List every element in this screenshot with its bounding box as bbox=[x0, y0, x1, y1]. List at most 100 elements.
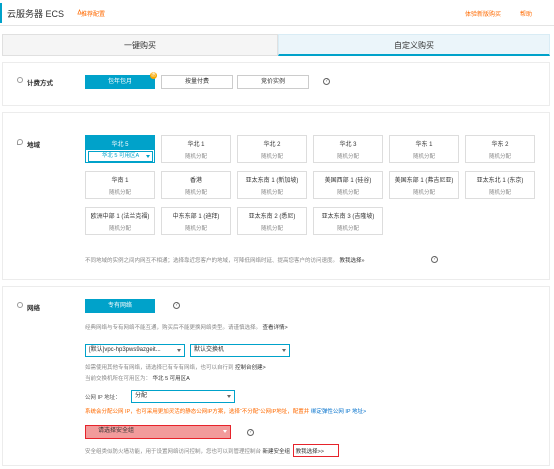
region-card-name: 华东 2 bbox=[491, 142, 509, 148]
new-security-group-highlight bbox=[293, 444, 339, 457]
purchase-tabs: 一键购买 自定义购买 bbox=[2, 34, 550, 56]
public-ip-note-text: 系统会分配公网 IP，也可采用更加灵活的静态公网IP方案，选择“不分配”公网IP… bbox=[85, 409, 310, 415]
region-card[interactable]: 亚太东南 3 (吉隆坡) 随机分配 bbox=[313, 207, 383, 235]
region-card[interactable]: 华北 3 随机分配 bbox=[313, 135, 383, 163]
region-card-zone: 随机分配 bbox=[108, 190, 131, 196]
region-card-name: 华北 1 bbox=[187, 142, 205, 148]
region-card[interactable]: 美国西部 1 (硅谷) 随机分配 bbox=[313, 171, 383, 199]
region-section: 地域 华北 5 华北 5 可用区A 华北 1 随机分配 华北 2 随机分配 华北 3 随机分配… bbox=[2, 112, 550, 280]
region-card-name: 华北 2 bbox=[263, 142, 281, 148]
security-group-help-icon[interactable]: ? bbox=[247, 429, 254, 436]
region-label: 地域 bbox=[27, 142, 40, 149]
billing-subscription-label: 包年包月 bbox=[107, 79, 132, 85]
region-card-name: 华北 3 bbox=[339, 142, 357, 148]
region-card[interactable]: 欧洲中部 1 (法兰克福) 随机分配 bbox=[85, 207, 155, 235]
region-card-name: 美国西部 1 (硅谷) bbox=[324, 178, 372, 184]
region-card-name: 亚太东北 1 (东京) bbox=[476, 178, 524, 184]
network-note-2: 如需使用其他专有网络，请选择已有专有网络，也可以自行到 控制台创建> bbox=[85, 363, 266, 371]
billing-pay-as-you-go-button[interactable]: 按量付费 bbox=[161, 75, 233, 89]
network-vpc-button[interactable]: 专有网络 bbox=[85, 299, 155, 313]
security-group-chevron-down-icon bbox=[223, 430, 227, 433]
public-ip-select-value: 分配 bbox=[135, 393, 148, 399]
region-card-name: 华南 1 bbox=[111, 178, 129, 184]
region-note-text: 不同地域的实例之间内网互不相通；选择靠近您客户的地域，可降低网络时延、提高您客户… bbox=[85, 258, 339, 264]
network-note-2-text: 如需使用其他专有网络，请选择已有专有网络，也可以自行到 bbox=[85, 365, 234, 371]
tab-custom-buy[interactable]: 自定义购买 bbox=[278, 34, 550, 56]
region-card-name: 亚太东南 2 (悉尼) bbox=[248, 214, 296, 220]
security-note: 安全组类似防火墙功能，用于设置网络访问控制，您也可以到管理控制台 新建安全组 教… bbox=[85, 447, 324, 455]
region-card[interactable]: 亚太东南 2 (悉尼) 随机分配 bbox=[237, 207, 307, 235]
bind-eip-link[interactable]: 绑定弹性公网 IP 地址> bbox=[311, 409, 366, 415]
recommend-config-link[interactable]: 推荐配置 bbox=[81, 9, 105, 18]
network-note-3: 当前交换机所在可用区为： 华北 5 可用区A bbox=[85, 374, 190, 382]
region-card-name: 亚太东南 1 (新加坡) bbox=[245, 178, 299, 184]
public-ip-select[interactable]: 分配 bbox=[131, 390, 235, 403]
security-group-select[interactable]: 请选择安全组 bbox=[85, 425, 231, 439]
region-card-zone: 随机分配 bbox=[488, 190, 511, 196]
region-card-zone: 随机分配 bbox=[184, 190, 207, 196]
help-link[interactable]: 帮助 bbox=[520, 9, 532, 18]
top-bar: 云服务器 ECS 推荐配置 体验新版购买 帮助 bbox=[0, 0, 554, 26]
vswitch-select[interactable]: 默认交换机 bbox=[190, 344, 290, 357]
region-card[interactable]: 美国东部 1 (弗吉尼亚) 随机分配 bbox=[389, 171, 459, 199]
region-card[interactable]: 华东 2 随机分配 bbox=[465, 135, 535, 163]
region-card-zone: 随机分配 bbox=[260, 190, 283, 196]
region-learn-link[interactable]: 教我选择» bbox=[340, 258, 365, 264]
region-card-name: 欧洲中部 1 (法兰克福) bbox=[90, 214, 150, 220]
public-ip-chevron-down-icon bbox=[227, 395, 231, 398]
region-card-name: 美国东部 1 (弗吉尼亚) bbox=[394, 178, 454, 184]
billing-icon bbox=[17, 77, 23, 83]
region-card-zone: 随机分配 bbox=[260, 226, 283, 232]
network-icon bbox=[17, 302, 23, 308]
new-security-group-link[interactable]: 新建安全组 bbox=[263, 449, 291, 455]
billing-spot-button[interactable]: 竞价实例 bbox=[237, 75, 309, 89]
billing-section: 计费方式 包年包月 惠 按量付费 竞价实例 ? bbox=[2, 62, 550, 106]
region-card[interactable]: 华南 1 随机分配 bbox=[85, 171, 155, 199]
network-section: 网络 专有网络 ? 经典网络与专有网络不能互通，购买后不能更换网络类型。请谨慎选… bbox=[2, 286, 550, 466]
zone-select[interactable]: 华北 5 可用区A bbox=[88, 151, 153, 162]
billing-subscription-button[interactable]: 包年包月 bbox=[85, 75, 155, 89]
vpc-chevron-down-icon bbox=[177, 349, 181, 352]
region-card-zone: 随机分配 bbox=[412, 190, 435, 196]
network-details-link[interactable]: 查看详情> bbox=[263, 325, 288, 331]
title-accent-bar bbox=[0, 3, 2, 23]
region-card-zone: 随机分配 bbox=[184, 226, 207, 232]
region-card-name: 香港 bbox=[189, 178, 202, 184]
console-create-link[interactable]: 控制台创建> bbox=[235, 365, 266, 371]
network-label: 网络 bbox=[27, 305, 40, 312]
zone-value-text: 华北 5 可用区A bbox=[152, 376, 190, 382]
zone-prefix-text: 当前交换机所在可用区为： bbox=[85, 376, 152, 382]
security-note-text: 安全组类似防火墙功能，用于设置网络访问控制，您也可以到管理控制台 bbox=[85, 449, 262, 455]
try-new-purchase-link[interactable]: 体验新版购买 bbox=[465, 9, 501, 18]
region-card[interactable]: 亚太东南 1 (新加坡) 随机分配 bbox=[237, 171, 307, 199]
security-group-select-value: 请选择安全组 bbox=[98, 428, 135, 434]
region-card[interactable]: 香港 随机分配 bbox=[161, 171, 231, 199]
region-help-icon[interactable]: ? bbox=[431, 256, 438, 263]
network-note-1: 经典网络与专有网络不能互通，购买后不能更换网络类型。请谨慎选择。 查看详情> bbox=[85, 323, 288, 331]
region-card-zone: 随机分配 bbox=[488, 154, 511, 160]
region-card-zone: 随机分配 bbox=[412, 154, 435, 160]
vpc-select-value: [默认]vpc-hp3pws9azgeit... bbox=[89, 347, 161, 353]
region-card[interactable]: 华东 1 随机分配 bbox=[389, 135, 459, 163]
region-card-zone: 随机分配 bbox=[336, 190, 359, 196]
region-card[interactable]: 中东东部 1 (迪拜) 随机分配 bbox=[161, 207, 231, 235]
region-note: 不同地域的实例之间内网互不相通；选择靠近您客户的地域，可降低网络时延、提高您客户… bbox=[85, 256, 545, 264]
region-card[interactable]: 亚太东北 1 (东京) 随机分配 bbox=[465, 171, 535, 199]
region-card-zone: 随机分配 bbox=[260, 154, 283, 160]
vswitch-chevron-down-icon bbox=[282, 349, 286, 352]
region-card[interactable]: 华北 1 随机分配 bbox=[161, 135, 231, 163]
discount-badge: 惠 bbox=[150, 72, 157, 79]
network-note-1-text: 经典网络与专有网络不能互通，购买后不能更换网络类型。请谨慎选择。 bbox=[85, 325, 262, 331]
region-card-name: 华北 5 bbox=[111, 142, 129, 148]
page-title: 云服务器 ECS bbox=[7, 9, 65, 19]
billing-label: 计费方式 bbox=[27, 80, 53, 87]
region-card-zone: 随机分配 bbox=[336, 226, 359, 232]
network-help-icon[interactable]: ? bbox=[173, 302, 180, 309]
tab-quick-buy[interactable]: 一键购买 bbox=[2, 34, 278, 56]
vpc-select[interactable]: [默认]vpc-hp3pws9azgeit... bbox=[85, 344, 185, 357]
location-pin-icon bbox=[17, 139, 23, 145]
billing-help-icon[interactable]: ? bbox=[323, 78, 330, 85]
zone-chevron-down-icon bbox=[146, 155, 150, 158]
region-card[interactable]: 华北 2 随机分配 bbox=[237, 135, 307, 163]
region-card[interactable]: 华北 5 华北 5 可用区A bbox=[85, 135, 155, 163]
